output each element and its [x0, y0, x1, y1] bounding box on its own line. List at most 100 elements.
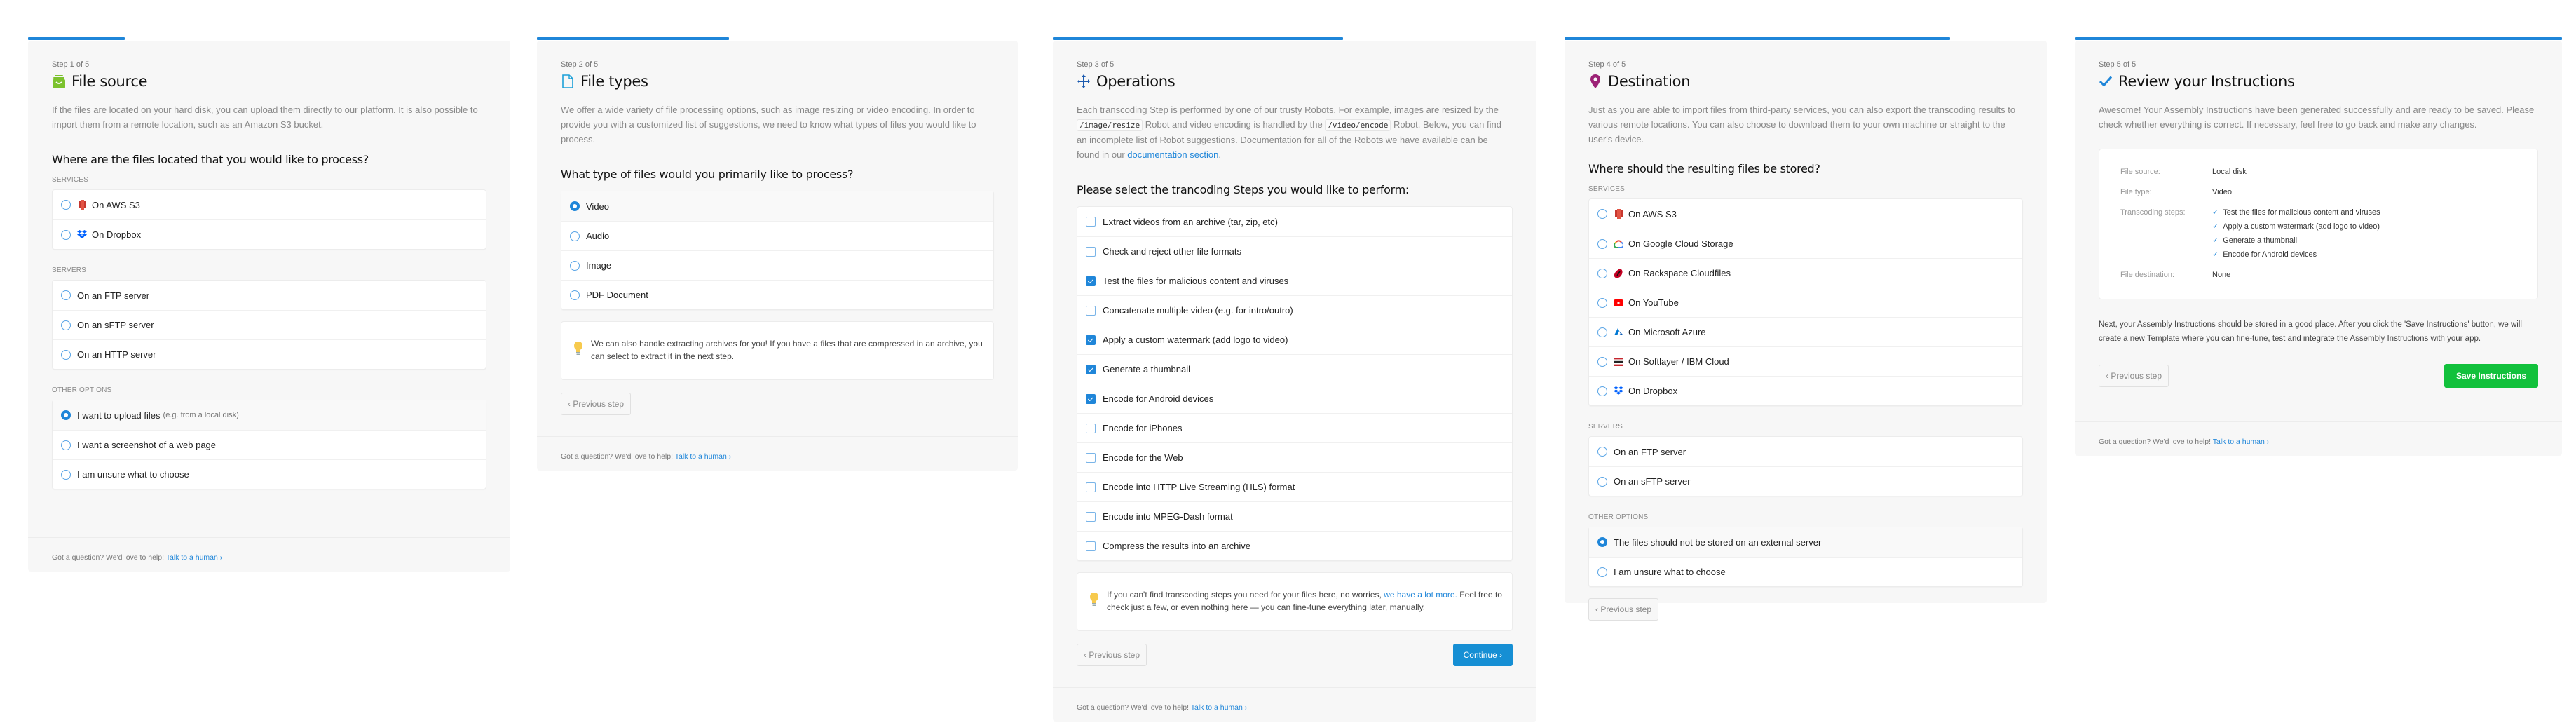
- option-label: I want to upload files: [77, 410, 161, 421]
- radio-button[interactable]: [1597, 238, 1607, 249]
- operation-option[interactable]: Encode into HTTP Live Streaming (HLS) fo…: [1077, 472, 1512, 501]
- option-unsure[interactable]: I am unsure what to choose: [1589, 557, 2022, 586]
- intro-text-part: Robot and video encoding is handled by t…: [1145, 119, 1323, 130]
- radio-button[interactable]: [61, 349, 71, 360]
- option-label: Encode into HTTP Live Streaming (HLS) fo…: [1103, 482, 1295, 492]
- option-video[interactable]: Video: [561, 191, 993, 221]
- tip-box: We can also handle extracting archives f…: [561, 321, 994, 380]
- option-label: On AWS S3: [1628, 208, 1677, 219]
- more-robots-link[interactable]: we have a lot more.: [1384, 590, 1457, 600]
- checkbox-checked[interactable]: [1086, 276, 1096, 286]
- checkbox[interactable]: [1086, 423, 1096, 433]
- group-label-servers: Servers: [52, 266, 87, 274]
- radio-button[interactable]: [1597, 386, 1607, 396]
- radio-button[interactable]: [1597, 327, 1607, 337]
- documentation-link[interactable]: documentation section: [1127, 149, 1218, 160]
- radio-button-selected[interactable]: [61, 410, 71, 420]
- checkbox[interactable]: [1086, 482, 1096, 492]
- radio-button-selected[interactable]: [1597, 537, 1607, 547]
- intro-text: Each transcoding Step is performed by on…: [1077, 102, 1513, 162]
- intro-text: If the files are located on your hard di…: [52, 104, 478, 130]
- check-icon: ✓: [2212, 250, 2219, 259]
- operation-option[interactable]: Encode for iPhones: [1077, 413, 1512, 442]
- option-aws-s3[interactable]: On AWS S3: [53, 190, 486, 219]
- option-label: Test the files for malicious content and…: [1103, 276, 1289, 286]
- operation-option[interactable]: Encode for Android devices: [1077, 384, 1512, 413]
- radio-button[interactable]: [61, 320, 71, 330]
- checkbox-checked[interactable]: [1086, 335, 1096, 345]
- save-instructions-button[interactable]: Save Instructions: [2444, 364, 2538, 388]
- option-unsure[interactable]: I am unsure what to choose: [53, 459, 486, 489]
- option-rackspace[interactable]: On Rackspace Cloudfiles: [1589, 258, 2022, 288]
- option-youtube[interactable]: On YouTube: [1589, 288, 2022, 317]
- help-text: Got a question? We'd love to help!: [1077, 703, 1189, 712]
- radio-button[interactable]: [570, 231, 580, 241]
- radio-button[interactable]: [1597, 268, 1607, 278]
- option-http[interactable]: On an HTTP server: [53, 339, 486, 369]
- talk-to-human-link[interactable]: Talk to a human ›: [166, 553, 223, 562]
- talk-to-human-link[interactable]: Talk to a human ›: [675, 452, 732, 461]
- talk-to-human-link[interactable]: Talk to a human ›: [1191, 703, 1248, 712]
- radio-button[interactable]: [61, 290, 71, 300]
- checkbox-checked[interactable]: [1086, 393, 1096, 404]
- radio-button[interactable]: [1597, 209, 1607, 219]
- option-no-external-storage[interactable]: The files should not be stored on an ext…: [1589, 527, 2022, 557]
- option-azure[interactable]: On Microsoft Azure: [1589, 317, 2022, 346]
- radio-button[interactable]: [61, 469, 71, 480]
- radio-button[interactable]: [1597, 356, 1607, 367]
- radio-button-selected[interactable]: [570, 201, 580, 211]
- radio-button[interactable]: [1597, 476, 1607, 487]
- option-dropbox[interactable]: On Dropbox: [1589, 376, 2022, 405]
- checkbox[interactable]: [1086, 246, 1096, 257]
- previous-step-button[interactable]: ‹ Previous step: [1588, 598, 1659, 621]
- option-dropbox[interactable]: On Dropbox: [53, 219, 486, 249]
- option-sftp[interactable]: On an sFTP server: [53, 310, 486, 339]
- checkbox[interactable]: [1086, 452, 1096, 463]
- checkbox-checked[interactable]: [1086, 364, 1096, 374]
- previous-step-button[interactable]: ‹ Previous step: [1077, 644, 1147, 666]
- checkbox[interactable]: [1086, 217, 1096, 227]
- option-aws-s3[interactable]: On AWS S3: [1589, 199, 2022, 229]
- option-ftp[interactable]: On an FTP server: [53, 281, 486, 310]
- operation-option[interactable]: Generate a thumbnail: [1077, 354, 1512, 384]
- checkbox[interactable]: [1086, 511, 1096, 522]
- radio-button[interactable]: [1597, 447, 1607, 457]
- option-google-cloud[interactable]: On Google Cloud Storage: [1589, 229, 2022, 258]
- option-label: Encode for the Web: [1103, 452, 1183, 463]
- summary-step-label: Generate a thumbnail: [2223, 236, 2298, 245]
- option-sftp[interactable]: On an sFTP server: [1589, 466, 2022, 496]
- operation-option[interactable]: Apply a custom watermark (add logo to vi…: [1077, 325, 1512, 354]
- previous-step-button[interactable]: ‹ Previous step: [2099, 365, 2169, 387]
- radio-button[interactable]: [1597, 297, 1607, 308]
- option-screenshot[interactable]: I want a screenshot of a web page: [53, 430, 486, 459]
- radio-button[interactable]: [570, 290, 580, 300]
- radio-button[interactable]: [1597, 567, 1607, 577]
- radio-button[interactable]: [61, 229, 71, 240]
- summary-key: Transcoding steps:: [2120, 208, 2186, 217]
- talk-to-human-link[interactable]: Talk to a human ›: [2213, 438, 2270, 446]
- option-audio[interactable]: Audio: [561, 221, 993, 250]
- radio-button[interactable]: [61, 440, 71, 450]
- radio-button[interactable]: [570, 260, 580, 271]
- checkbox[interactable]: [1086, 541, 1096, 551]
- continue-button[interactable]: Continue ›: [1452, 644, 1513, 666]
- operation-option[interactable]: Extract videos from an archive (tar, zip…: [1077, 207, 1512, 236]
- option-ibm-cloud[interactable]: On Softlayer / IBM Cloud: [1589, 346, 2022, 376]
- previous-step-button[interactable]: ‹ Previous step: [561, 393, 632, 415]
- summary-step-item: ✓ Encode for Android devices: [2212, 248, 2380, 262]
- option-upload-files[interactable]: I want to upload files (e.g. from a loca…: [53, 400, 486, 430]
- operation-option[interactable]: Encode into MPEG-Dash format: [1077, 501, 1512, 531]
- operation-option[interactable]: Encode for the Web: [1077, 442, 1512, 472]
- option-ftp[interactable]: On an FTP server: [1589, 437, 2022, 466]
- help-footer: Got a question? We'd love to help! Talk …: [537, 436, 1018, 471]
- option-image[interactable]: Image: [561, 250, 993, 280]
- transcoding-steps-list: ✓ Test the files for malicious content an…: [2212, 205, 2380, 262]
- radio-button[interactable]: [61, 200, 71, 210]
- operation-option[interactable]: Check and reject other file formats: [1077, 236, 1512, 266]
- step-label: Step 5 of 5: [2099, 60, 2137, 69]
- operation-option[interactable]: Concatenate multiple video (e.g. for int…: [1077, 295, 1512, 325]
- operation-option[interactable]: Test the files for malicious content and…: [1077, 266, 1512, 295]
- checkbox[interactable]: [1086, 305, 1096, 316]
- option-pdf[interactable]: PDF Document: [561, 280, 993, 309]
- operation-option[interactable]: Compress the results into an archive: [1077, 531, 1512, 560]
